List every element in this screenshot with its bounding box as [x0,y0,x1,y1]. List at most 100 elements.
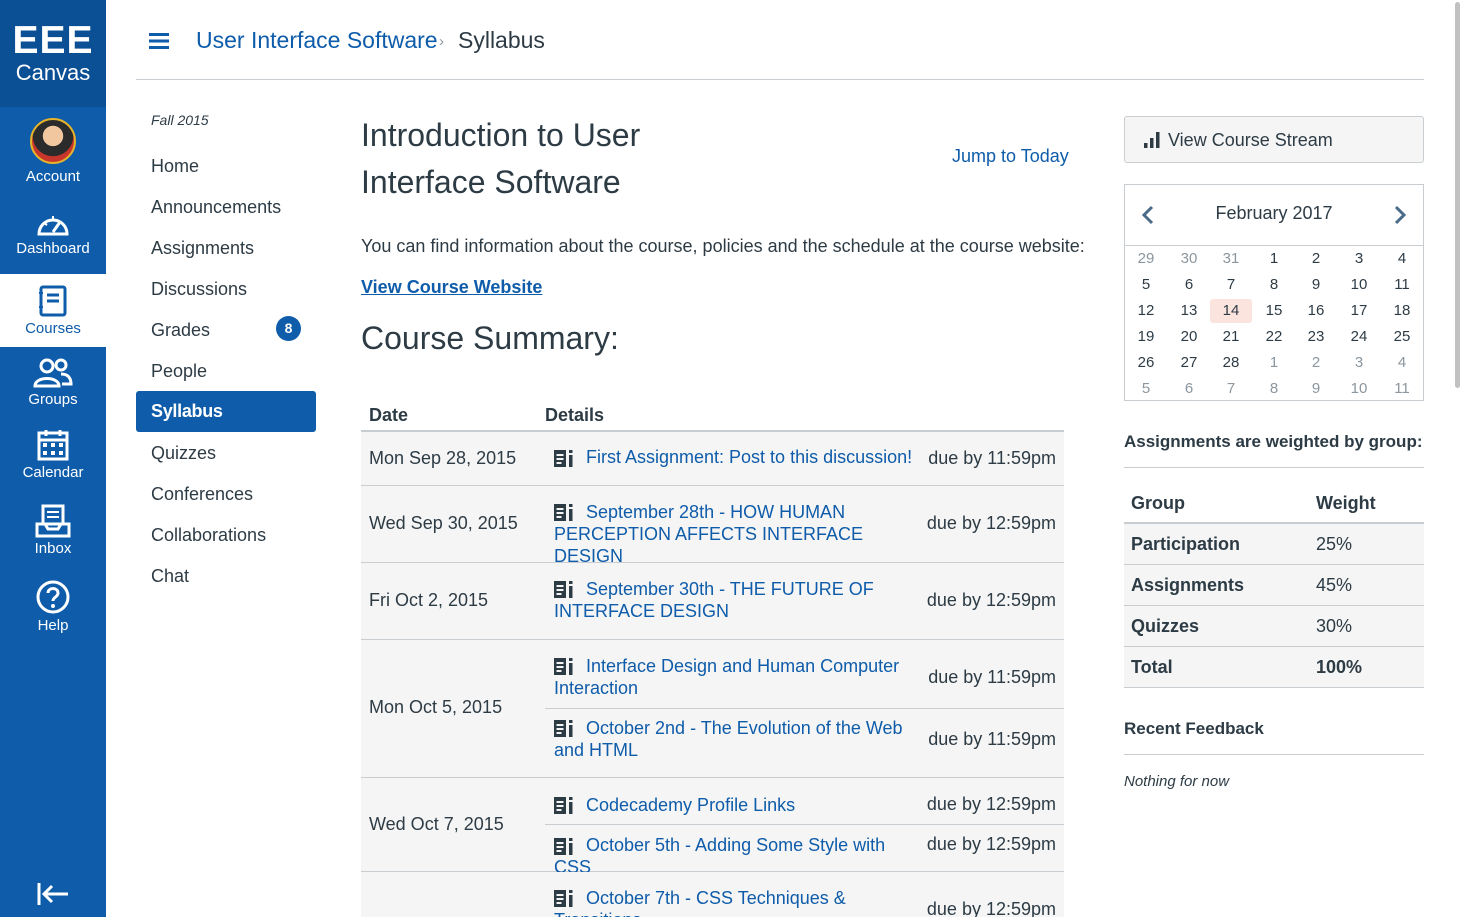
calendar-day[interactable]: 25 [1381,325,1423,349]
view-course-website-link[interactable]: View Course Website [361,277,542,298]
calendar-day[interactable]: 1 [1253,351,1295,375]
assignment-link[interactable]: Codecademy Profile Links [554,794,914,816]
course-nav-announcements[interactable]: Announcements [151,197,281,218]
page-scrollbar[interactable] [1454,0,1462,390]
calendar-day[interactable]: 5 [1125,377,1167,401]
table-row: Mon Sep 28, 2015 First Assignment: Post … [361,432,1064,486]
row-date: Wed Sep 30, 2015 [369,513,518,533]
assignment-link[interactable]: October 7th - CSS Techniques & Transitio… [554,887,914,917]
calendar-day-today[interactable]: 14 [1210,299,1252,323]
assignment-item: September 28th - HOW HUMAN PERCEPTION AF… [545,486,1064,566]
logo-line2: Canvas [15,60,91,85]
calendar-day[interactable]: 22 [1253,325,1295,349]
global-nav-account[interactable]: Account [0,118,106,185]
course-nav-conferences[interactable]: Conferences [151,484,253,505]
global-nav-courses[interactable]: Courses [0,274,106,347]
chevron-right-icon[interactable] [1393,205,1407,225]
calendar-day[interactable]: 2 [1295,351,1337,375]
breadcrumb-current-page: Syllabus [458,27,545,53]
calendar-day[interactable]: 19 [1125,325,1167,349]
course-nav-quizzes[interactable]: Quizzes [151,443,216,464]
table-row: October 7th - CSS Techniques & Transitio… [361,872,1064,917]
calendar-day[interactable]: 24 [1338,325,1380,349]
calendar-day[interactable]: 29 [1125,247,1167,271]
weights-value: 30% [1316,616,1353,636]
calendar-icon [37,430,69,461]
calendar-day[interactable]: 1 [1253,247,1295,271]
calendar-day[interactable]: 11 [1381,273,1423,297]
calendar-day[interactable]: 7 [1210,273,1252,297]
course-nav-grades[interactable]: Grades [151,320,210,341]
calendar-day[interactable]: 8 [1253,273,1295,297]
calendar-day[interactable]: 8 [1253,377,1295,401]
calendar-day[interactable]: 28 [1210,351,1252,375]
collapse-nav-icon[interactable] [36,880,70,908]
calendar-day[interactable]: 9 [1295,273,1337,297]
calendar-day[interactable]: 11 [1381,377,1423,401]
assignment-link[interactable]: Interface Design and Human Computer Inte… [554,655,914,699]
row-date: Mon Sep 28, 2015 [369,448,517,468]
global-nav-dashboard[interactable]: Dashboard [0,208,106,257]
calendar-day[interactable]: 2 [1295,247,1337,271]
calendar-day[interactable]: 10 [1338,273,1380,297]
course-nav-assignments[interactable]: Assignments [151,238,254,259]
calendar-day[interactable]: 31 [1210,247,1252,271]
calendar-day[interactable]: 23 [1295,325,1337,349]
assignment-link[interactable]: September 30th - THE FUTURE OF INTERFACE… [554,578,914,622]
weights-group: Quizzes [1131,616,1200,636]
calendar-day[interactable]: 7 [1210,377,1252,401]
course-nav-discussions[interactable]: Discussions [151,279,247,300]
assignment-link[interactable]: September 28th - HOW HUMAN PERCEPTION AF… [554,501,914,567]
calendar-day[interactable]: 6 [1168,273,1210,297]
calendar-day[interactable]: 20 [1168,325,1210,349]
calendar-day[interactable]: 4 [1381,351,1423,375]
calendar-day[interactable]: 5 [1125,273,1167,297]
breadcrumb-separator: › [439,33,444,50]
global-nav-groups-label: Groups [28,391,78,408]
calendar-day[interactable]: 12 [1125,299,1167,323]
global-nav-inbox[interactable]: Inbox [0,504,106,557]
calendar-day[interactable]: 13 [1168,299,1210,323]
hamburger-menu-icon[interactable] [149,32,169,50]
table-row: Wed Sep 30, 2015 September 28th - HOW HU… [361,486,1064,566]
course-nav-chat[interactable]: Chat [151,566,189,587]
jump-to-today-link[interactable]: Jump to Today [952,146,1069,167]
calendar-day[interactable]: 21 [1210,325,1252,349]
global-nav-calendar-label: Calendar [22,464,84,481]
course-nav-syllabus[interactable]: Syllabus [136,391,316,432]
global-nav-help[interactable]: Help [0,579,106,634]
breadcrumb-course-link[interactable]: User Interface Software [196,27,438,54]
view-course-stream-button[interactable]: View Course Stream [1124,116,1424,163]
weights-group: Total [1131,657,1173,677]
calendar-day[interactable]: 10 [1338,377,1380,401]
scrollbar-thumb[interactable] [1455,2,1460,388]
due-time: due by 12:59pm [926,590,1056,610]
calendar-day[interactable]: 27 [1168,351,1210,375]
calendar-day[interactable]: 6 [1168,377,1210,401]
recent-feedback-empty: Nothing for now [1124,773,1230,790]
weights-row: Quizzes 30% [1124,606,1424,647]
calendar-day[interactable]: 30 [1168,247,1210,271]
due-time: due by 11:59pm [928,667,1056,687]
global-nav-account-label: Account [25,168,81,185]
calendar-day[interactable]: 15 [1253,299,1295,323]
calendar-day[interactable]: 3 [1338,351,1380,375]
calendar-day[interactable]: 18 [1381,299,1423,323]
course-nav-people[interactable]: People [151,361,207,382]
global-nav-groups[interactable]: Groups [0,357,106,408]
course-nav-home[interactable]: Home [151,156,199,177]
calendar-day[interactable]: 9 [1295,377,1337,401]
course-nav-collaborations[interactable]: Collaborations [151,525,266,546]
calendar-day[interactable]: 4 [1381,247,1423,271]
table-header-date: Date [369,405,409,425]
assignment-link[interactable]: First Assignment: Post to this discussio… [554,446,914,468]
global-nav-calendar[interactable]: Calendar [0,428,106,481]
calendar-day[interactable]: 17 [1338,299,1380,323]
calendar-day[interactable]: 26 [1125,351,1167,375]
calendar-day[interactable]: 16 [1295,299,1337,323]
assignment-link[interactable]: October 2nd - The Evolution of the Web a… [554,717,914,761]
weights-value: 25% [1316,534,1353,554]
calendar-day[interactable]: 3 [1338,247,1380,271]
canvas-logo[interactable]: EEE Canvas [0,0,106,107]
intro-text: You can find information about the cours… [361,236,1085,256]
